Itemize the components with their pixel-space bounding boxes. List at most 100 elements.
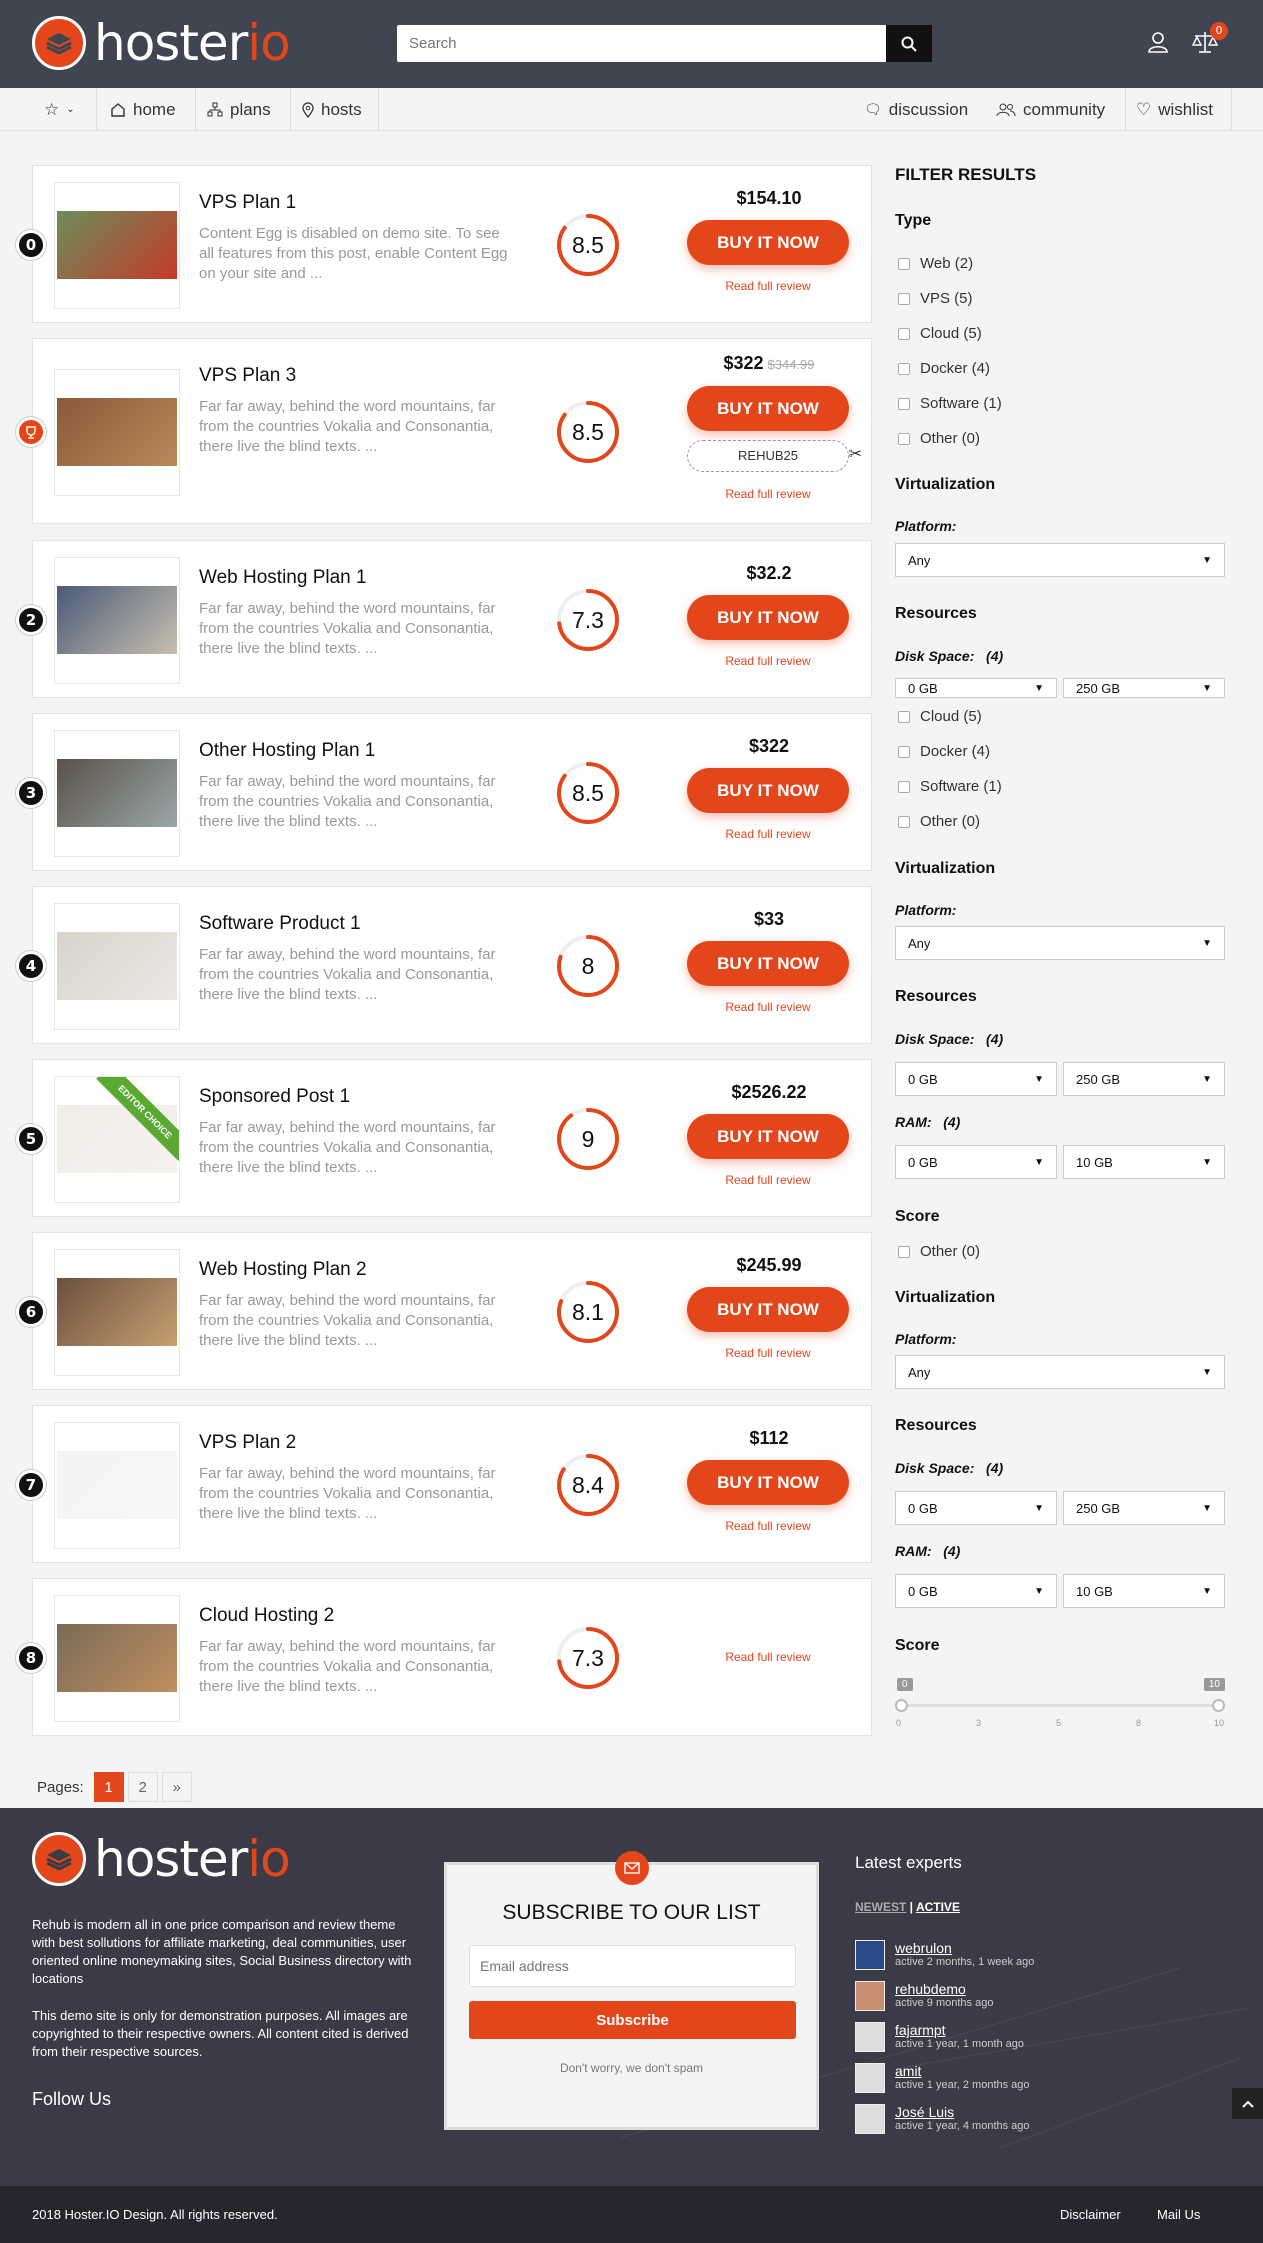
product-thumbnail[interactable] (54, 1421, 180, 1549)
type-filter-checkbox[interactable]: Docker (4) (898, 360, 990, 377)
read-review-link[interactable]: Read full review (687, 1000, 849, 1014)
buy-now-button[interactable]: BUY IT NOW (687, 220, 849, 265)
product-thumbnail[interactable] (54, 181, 180, 309)
platform-select[interactable]: Any ▼ (895, 926, 1225, 960)
buy-now-button[interactable]: BUY IT NOW (687, 595, 849, 640)
type-filter-checkbox[interactable]: Other (0) (898, 430, 980, 447)
product-title[interactable]: VPS Plan 2 (199, 1432, 296, 1454)
favorites-menu[interactable]: ☆ ⌄ (44, 88, 75, 131)
expert-name[interactable]: José Luis (895, 2104, 1030, 2120)
buy-now-button[interactable]: BUY IT NOW (687, 1460, 849, 1505)
checkbox[interactable] (898, 257, 910, 270)
site-logo[interactable]: hosterio (32, 14, 291, 72)
read-review-link[interactable]: Read full review (687, 827, 849, 841)
product-thumbnail[interactable] (54, 368, 180, 496)
user-icon[interactable] (1146, 30, 1170, 58)
read-review-link[interactable]: Read full review (687, 487, 849, 501)
page-1-button[interactable]: 1 (93, 1772, 124, 1802)
slider-track[interactable] (901, 1704, 1219, 1707)
disk-max-select[interactable]: 250 GB ▼ (1063, 1062, 1225, 1096)
nav-discussion[interactable]: 🗨 discussion (864, 88, 968, 131)
avatar[interactable] (855, 2104, 885, 2134)
ram-max-select[interactable]: 10 GB ▼ (1063, 1145, 1225, 1179)
type-filter-checkbox[interactable]: Cloud (5) (898, 325, 982, 342)
avatar[interactable] (855, 2063, 885, 2093)
read-review-link[interactable]: Read full review (687, 1519, 849, 1533)
product-thumbnail[interactable] (54, 556, 180, 684)
nav-community[interactable]: community (996, 88, 1105, 131)
email-field[interactable] (469, 1945, 796, 1987)
type-filter-checkbox[interactable]: Web (2) (898, 255, 973, 272)
checkbox[interactable] (898, 780, 910, 793)
scroll-top-button[interactable] (1232, 2088, 1263, 2119)
mail-us-link[interactable]: Mail Us (1157, 2207, 1200, 2222)
product-thumbnail[interactable] (54, 902, 180, 1030)
disk-min-select[interactable]: 0 GB ▼ (895, 1062, 1057, 1096)
disk-max-select[interactable]: 250 GB ▼ (1063, 1491, 1225, 1525)
avatar[interactable] (855, 1940, 885, 1970)
checkbox[interactable] (898, 397, 910, 410)
disk-min-select[interactable]: 0 GB ▼ (895, 678, 1057, 698)
checkbox[interactable] (898, 292, 910, 305)
page-2-button[interactable]: 2 (127, 1772, 158, 1802)
product-thumbnail[interactable] (54, 729, 180, 857)
subscribe-button[interactable]: Subscribe (469, 2001, 796, 2039)
footer-logo[interactable]: hosterio (32, 1830, 291, 1888)
avatar[interactable] (855, 2022, 885, 2052)
expert-name[interactable]: webrulon (895, 1940, 1034, 1956)
type-filter-checkbox[interactable]: Other (0) (898, 813, 980, 830)
disclaimer-link[interactable]: Disclaimer (1060, 2207, 1121, 2222)
product-title[interactable]: Cloud Hosting 2 (199, 1605, 334, 1627)
platform-select[interactable]: Any ▼ (895, 543, 1225, 577)
checkbox[interactable] (898, 745, 910, 758)
disk-min-select[interactable]: 0 GB ▼ (895, 1491, 1057, 1525)
buy-now-button[interactable]: BUY IT NOW (687, 386, 849, 431)
product-title[interactable]: Software Product 1 (199, 913, 361, 935)
checkbox[interactable] (898, 432, 910, 445)
product-thumbnail[interactable]: EDITOR CHOICE (54, 1075, 180, 1203)
tab-active[interactable]: ACTIVE (916, 1900, 960, 1914)
expert-name[interactable]: rehubdemo (895, 1981, 993, 1997)
checkbox[interactable] (898, 815, 910, 828)
ram-min-select[interactable]: 0 GB ▼ (895, 1145, 1057, 1179)
coupon-code[interactable]: REHUB25 ✂ (687, 440, 862, 472)
nav-wishlist[interactable]: ♡ wishlist (1136, 88, 1213, 131)
product-title[interactable]: Sponsored Post 1 (199, 1086, 350, 1108)
product-thumbnail[interactable] (54, 1594, 180, 1722)
buy-now-button[interactable]: BUY IT NOW (687, 1114, 849, 1159)
type-filter-checkbox[interactable]: VPS (5) (898, 290, 973, 307)
product-title[interactable]: Web Hosting Plan 1 (199, 567, 367, 589)
slider-max-handle[interactable] (1212, 1699, 1225, 1712)
checkbox[interactable] (898, 1245, 910, 1258)
buy-now-button[interactable]: BUY IT NOW (687, 1287, 849, 1332)
search-input[interactable] (397, 25, 932, 62)
checkbox[interactable] (898, 327, 910, 340)
read-review-link[interactable]: Read full review (687, 1650, 849, 1664)
type-filter-checkbox[interactable]: Software (1) (898, 778, 1002, 795)
nav-hosts[interactable]: hosts (302, 88, 362, 131)
disk-max-select[interactable]: 250 GB ▼ (1063, 678, 1225, 698)
type-filter-checkbox[interactable]: Other (0) (898, 1243, 980, 1260)
type-filter-checkbox[interactable]: Software (1) (898, 395, 1002, 412)
product-title[interactable]: VPS Plan 1 (199, 192, 296, 214)
read-review-link[interactable]: Read full review (687, 1173, 849, 1187)
platform-select[interactable]: Any ▼ (895, 1355, 1225, 1389)
expert-name[interactable]: amit (895, 2063, 1030, 2079)
product-title[interactable]: Other Hosting Plan 1 (199, 740, 375, 762)
read-review-link[interactable]: Read full review (687, 1346, 849, 1360)
checkbox[interactable] (898, 362, 910, 375)
slider-min-handle[interactable] (895, 1699, 908, 1712)
ram-min-select[interactable]: 0 GB ▼ (895, 1574, 1057, 1608)
expert-name[interactable]: fajarmpt (895, 2022, 1024, 2038)
buy-now-button[interactable]: BUY IT NOW (687, 941, 849, 986)
search-button[interactable] (886, 25, 932, 62)
buy-now-button[interactable]: BUY IT NOW (687, 768, 849, 813)
type-filter-checkbox[interactable]: Docker (4) (898, 743, 990, 760)
product-thumbnail[interactable] (54, 1248, 180, 1376)
avatar[interactable] (855, 1981, 885, 2011)
read-review-link[interactable]: Read full review (687, 654, 849, 668)
product-title[interactable]: VPS Plan 3 (199, 365, 296, 387)
read-review-link[interactable]: Read full review (687, 279, 849, 293)
type-filter-checkbox[interactable]: Cloud (5) (898, 708, 982, 725)
product-title[interactable]: Web Hosting Plan 2 (199, 1259, 367, 1281)
